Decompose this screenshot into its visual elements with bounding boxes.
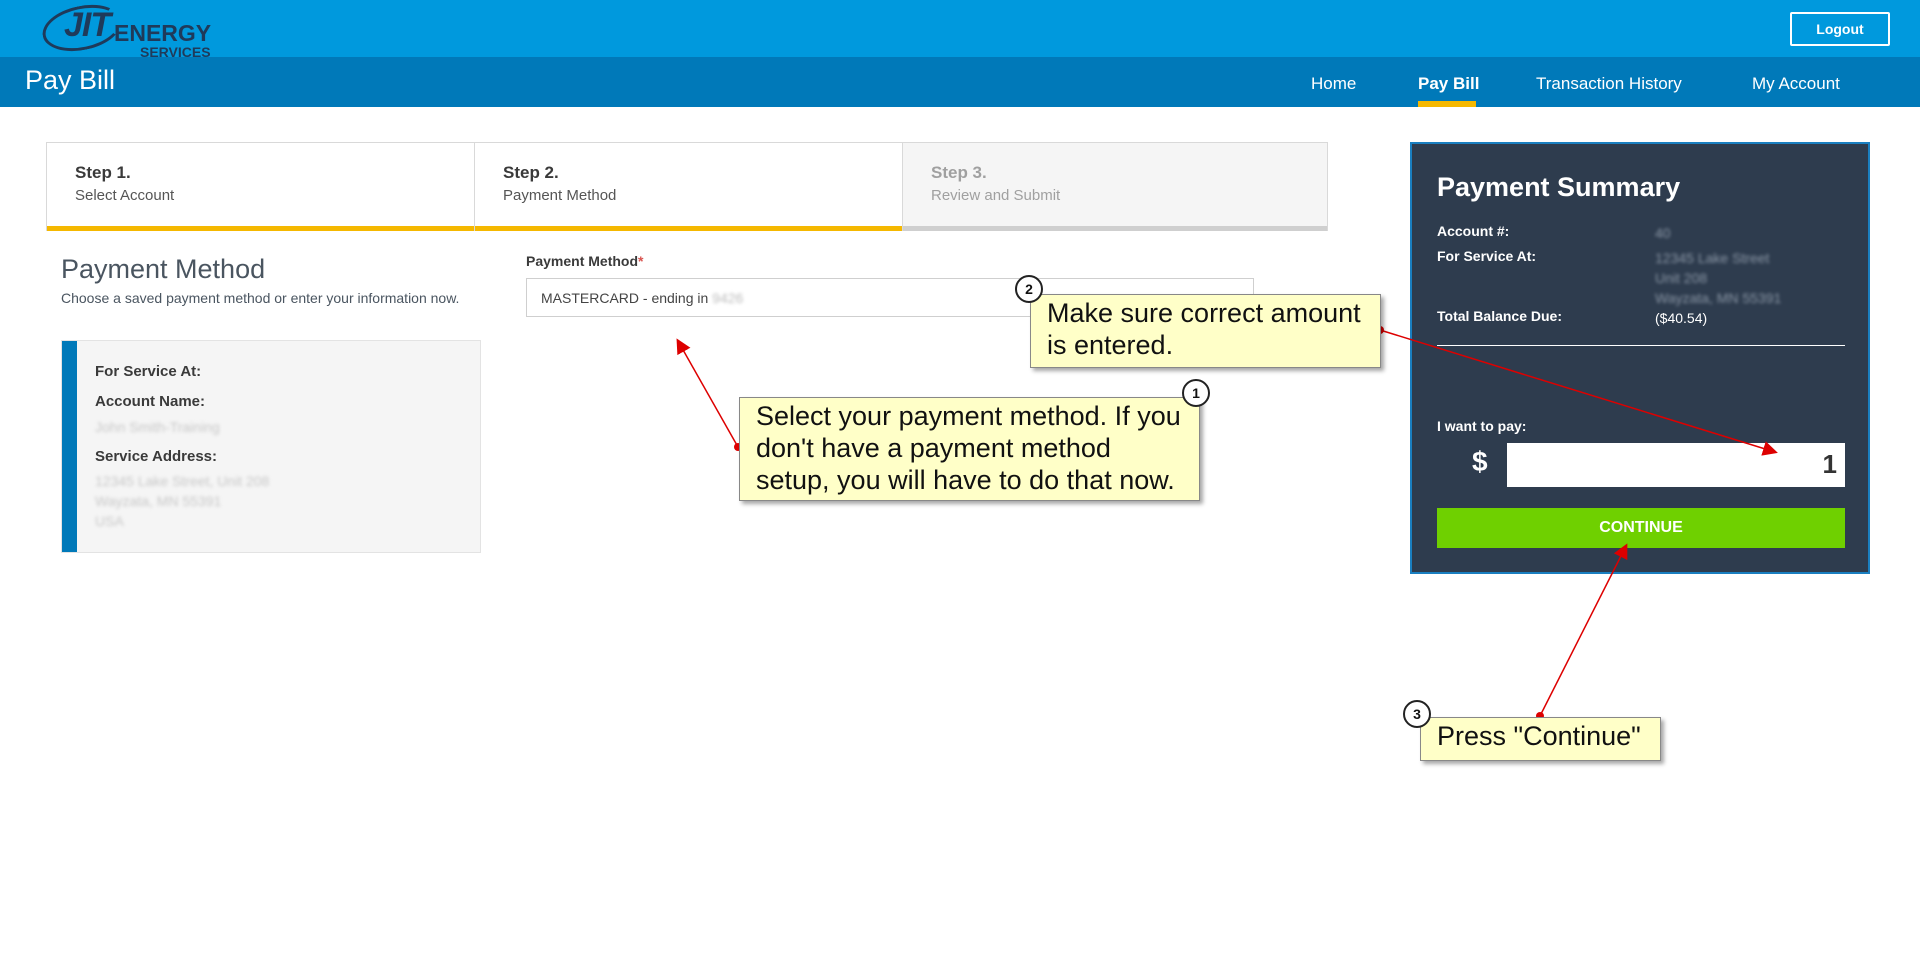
payment-method-description: Choose a saved payment method or enter y… [61,290,460,306]
nav-bar: Pay Bill Home Pay Bill Transaction Histo… [0,57,1920,107]
logo-text-jit: JIT [64,6,111,44]
payment-summary-panel: Payment Summary Account #: 40 For Servic… [1410,142,1870,574]
payment-method-selected: MASTERCARD - ending in [541,290,709,306]
payment-method-label: Payment Method* [526,253,643,269]
service-address-line1: 12345 Lake Street, Unit 208 [95,473,270,489]
logo-text-energy: ENERGY [114,20,212,46]
arrow-1 [676,338,739,448]
nav-home[interactable]: Home [1311,74,1356,94]
step-progress: Step 1. Select Account Step 2. Payment M… [46,142,1328,231]
jit-energy-logo[interactable]: JIT ENERGY SERVICES [38,0,232,60]
callout-3: Press "Continue" [1420,717,1661,761]
step-3-subtitle: Review and Submit [931,187,1061,204]
summary-service-line3: Wayzata, MN 55391 [1655,290,1782,306]
required-mark: * [638,253,644,269]
service-info-box: For Service At: Account Name: John Smith… [61,340,481,553]
step-2-subtitle: Payment Method [503,187,617,204]
balance-due-label: Total Balance Due: [1437,308,1562,324]
page-title: Pay Bill [25,65,116,95]
payment-summary-title: Payment Summary [1437,172,1681,202]
callout-2-badge: 2 [1015,275,1043,303]
service-box-accent [62,341,77,552]
nav-pay-bill[interactable]: Pay Bill [1418,74,1479,94]
step-3: Step 3. Review and Submit [903,143,1327,231]
step-1-subtitle: Select Account [75,187,175,204]
account-name-label: Account Name: [95,393,206,410]
callout-1-badge: 1 [1182,379,1210,407]
summary-service-line2: Unit 208 [1655,270,1708,286]
nav-my-account[interactable]: My Account [1752,74,1840,94]
callout-2: Make sure correct amount is entered. [1030,294,1381,368]
top-bar: JIT ENERGY SERVICES Logout [0,0,1920,60]
account-name-value: John Smith-Training [95,419,220,435]
payment-method-label-text: Payment Method [526,253,639,269]
step-1-title: Step 1. [75,163,131,182]
callout-2-text: Make sure correct amount is entered. [1047,298,1361,360]
service-address-line3: USA [95,513,124,529]
pay-amount-label: I want to pay: [1437,418,1527,434]
nav-active-indicator [1418,101,1476,107]
step-1[interactable]: Step 1. Select Account [47,143,474,231]
summary-service-label: For Service At: [1437,248,1537,264]
step-2[interactable]: Step 2. Payment Method [475,143,902,231]
nav-transaction-history[interactable]: Transaction History [1536,74,1682,94]
pay-amount-input[interactable]: 1 [1507,443,1845,487]
summary-divider [1437,345,1845,346]
callout-1: Select your payment method. If you don't… [739,397,1200,501]
balance-due-value: ($40.54) [1655,310,1708,326]
service-address-line2: Wayzata, MN 55391 [95,493,222,509]
service-address-label: Service Address: [95,448,218,465]
callout-3-badge: 3 [1403,700,1431,728]
continue-button[interactable]: CONTINUE [1437,508,1845,548]
payment-method-heading: Payment Method [61,254,266,284]
account-number-value: 40 [1655,225,1671,241]
step-2-title: Step 2. [503,163,559,182]
card-last-digits: 9426 [712,290,744,306]
logout-button[interactable]: Logout [1790,12,1890,46]
callout-3-text: Press "Continue" [1437,721,1641,751]
step-3-title: Step 3. [931,163,987,182]
currency-symbol: $ [1472,446,1488,477]
account-number-label: Account #: [1437,223,1510,239]
for-service-at-label: For Service At: [95,363,202,380]
summary-service-line1: 12345 Lake Street [1655,250,1770,266]
callout-1-text: Select your payment method. If you don't… [756,401,1181,495]
